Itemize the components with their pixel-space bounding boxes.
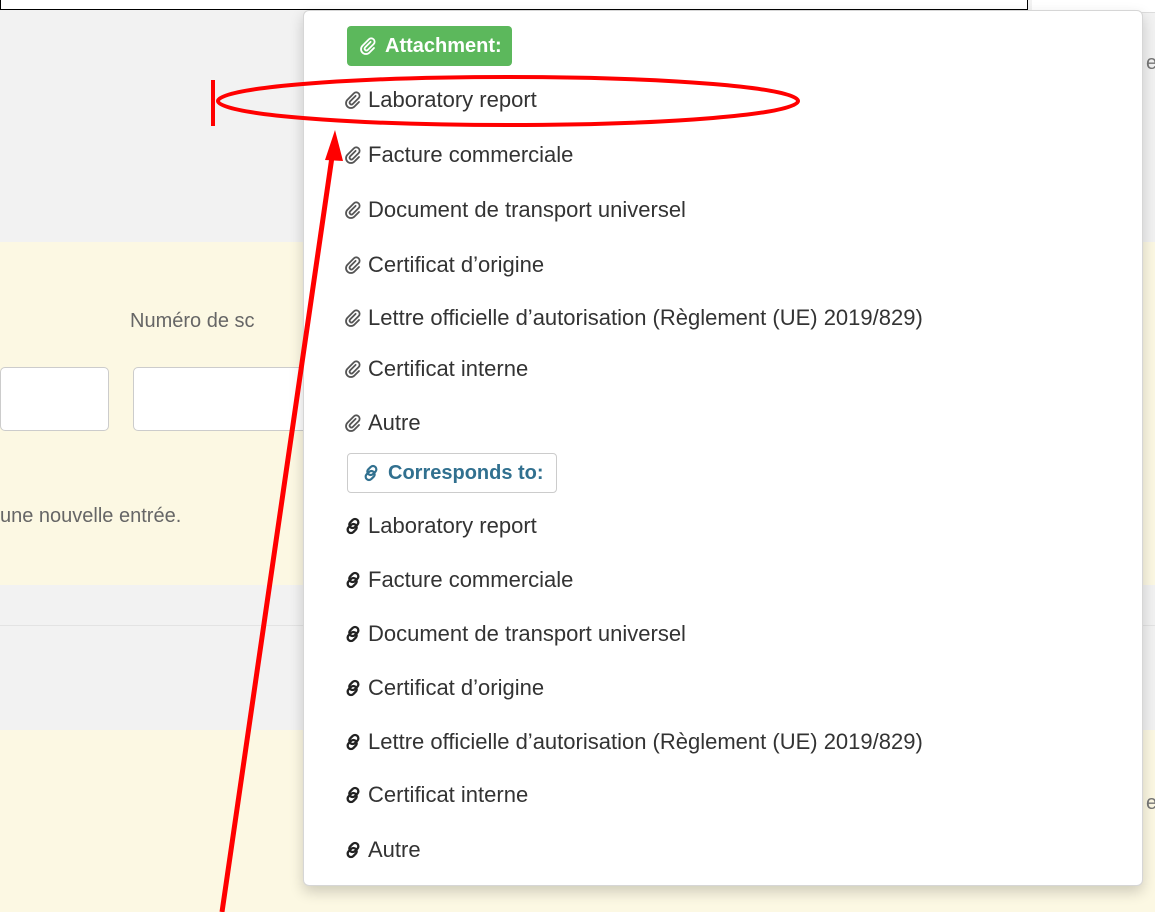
corresponds-item-certificat-interne[interactable]: Certificat interne xyxy=(342,780,528,810)
attachment-item-certificat-origine[interactable]: Certificat d’origine xyxy=(342,250,544,280)
corresponds-item-autre[interactable]: Autre xyxy=(342,835,421,865)
form-input-1[interactable] xyxy=(0,367,109,431)
item-label: Certificat d’origine xyxy=(368,252,545,277)
attachment-item-lettre-officielle[interactable]: Lettre officielle d’autorisation (Règlem… xyxy=(342,303,923,333)
paperclip-icon xyxy=(342,199,364,221)
link-icon xyxy=(342,839,364,861)
clipped-text-bottom: e xyxy=(1146,792,1155,814)
link-icon xyxy=(360,462,382,484)
link-icon xyxy=(342,677,364,699)
item-label: Certificat interne xyxy=(368,782,529,807)
corresponds-header-label: Corresponds to: xyxy=(388,461,544,484)
paperclip-icon xyxy=(342,254,364,276)
item-label: Autre xyxy=(368,410,421,435)
link-icon xyxy=(342,784,364,806)
corresponds-item-facture-commerciale[interactable]: Facture commerciale xyxy=(342,565,573,595)
form-help-text: une nouvelle entrée. xyxy=(0,505,182,527)
link-icon xyxy=(342,731,364,753)
document-type-dropdown[interactable]: Attachment: Laboratory report Facture co… xyxy=(303,10,1143,886)
paperclip-icon xyxy=(342,307,364,329)
corresponds-item-certificat-origine[interactable]: Certificat d’origine xyxy=(342,673,544,703)
item-label: Autre xyxy=(368,837,421,862)
clipped-text-top: e xyxy=(1146,52,1155,74)
corresponds-item-laboratory-report[interactable]: Laboratory report xyxy=(342,511,537,541)
link-icon xyxy=(342,515,364,537)
header-box xyxy=(0,0,1028,10)
paperclip-icon xyxy=(342,89,364,111)
item-label: Facture commerciale xyxy=(368,567,574,592)
corresponds-header: Corresponds to: xyxy=(347,453,557,493)
item-label: Certificat d’origine xyxy=(368,675,545,700)
paperclip-icon xyxy=(342,412,364,434)
item-label: Document de transport universel xyxy=(368,621,686,646)
item-label: Document de transport universel xyxy=(368,197,686,222)
attachment-item-certificat-interne[interactable]: Certificat interne xyxy=(342,354,528,384)
item-label: Lettre officielle d’autorisation (Règlem… xyxy=(368,729,923,754)
item-label: Facture commerciale xyxy=(368,142,574,167)
link-icon xyxy=(342,569,364,591)
attachment-header: Attachment: xyxy=(347,26,512,66)
attachment-item-document-transport[interactable]: Document de transport universel xyxy=(342,195,686,225)
attachment-item-facture-commerciale[interactable]: Facture commerciale xyxy=(342,140,573,170)
paperclip-icon xyxy=(342,358,364,380)
item-label: Laboratory report xyxy=(368,513,537,538)
item-label: Laboratory report xyxy=(368,87,537,112)
corresponds-item-document-transport[interactable]: Document de transport universel xyxy=(342,619,686,649)
link-icon xyxy=(342,623,364,645)
attachment-header-label: Attachment: xyxy=(385,34,502,57)
attachment-item-autre[interactable]: Autre xyxy=(342,408,421,438)
paperclip-icon xyxy=(357,35,379,57)
attachment-item-laboratory-report[interactable]: Laboratory report xyxy=(342,85,537,115)
form-field-label: Numéro de sc xyxy=(130,310,255,332)
item-label: Lettre officielle d’autorisation (Règlem… xyxy=(368,305,923,330)
paperclip-icon xyxy=(342,144,364,166)
corresponds-item-lettre-officielle[interactable]: Lettre officielle d’autorisation (Règlem… xyxy=(342,727,923,757)
item-label: Certificat interne xyxy=(368,356,529,381)
